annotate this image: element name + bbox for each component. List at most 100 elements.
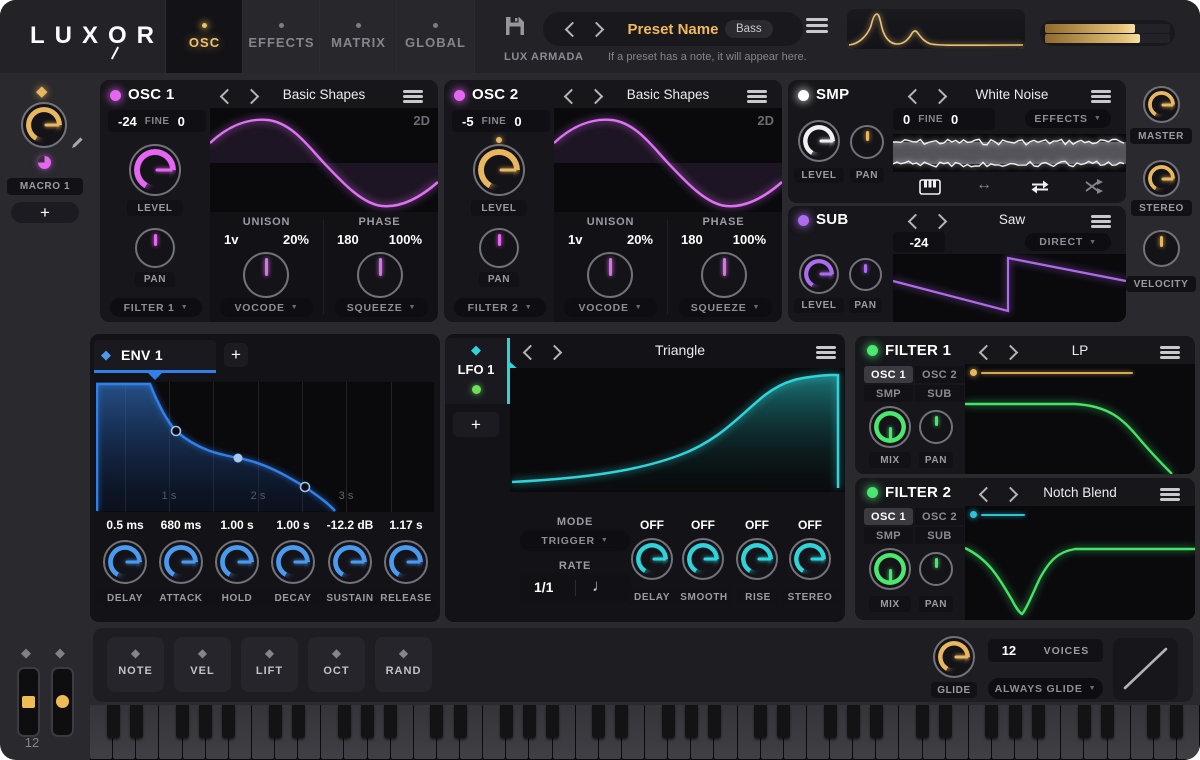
- smp-menu-icon[interactable]: [1091, 90, 1111, 103]
- piano-black-key[interactable]: [546, 705, 559, 738]
- lfo-prev-wave-icon[interactable]: [523, 345, 539, 361]
- filter1-mix-knob[interactable]: [869, 406, 911, 448]
- filter2-mix-knob[interactable]: [869, 548, 911, 590]
- lfo-menu-icon[interactable]: [816, 346, 836, 359]
- add-env-button[interactable]: +: [224, 343, 248, 367]
- sub-level-knob[interactable]: [799, 254, 839, 294]
- sub-pitch-chip[interactable]: -24: [893, 232, 945, 252]
- osc2-filter-route-dropdown[interactable]: FILTER 2▼: [454, 298, 546, 317]
- lfo-mode-dropdown[interactable]: TRIGGER▼: [520, 530, 630, 551]
- velocity-knob[interactable]: [1143, 230, 1180, 267]
- env-sustain-knob[interactable]: [328, 540, 372, 584]
- piano-black-key[interactable]: [708, 705, 721, 738]
- tab-osc[interactable]: OSC: [165, 0, 243, 73]
- piano-black-key[interactable]: [107, 705, 120, 738]
- smp-pan-knob[interactable]: [850, 125, 884, 159]
- lift-mod-button[interactable]: ◆LIFT: [241, 637, 298, 692]
- piano-black-key[interactable]: [1009, 705, 1022, 738]
- env-attack-value[interactable]: 680 ms: [153, 518, 209, 532]
- add-macro-button[interactable]: +: [11, 202, 79, 223]
- env-sustain-value[interactable]: -12.2 dB: [322, 518, 378, 532]
- macro1-knob[interactable]: [21, 102, 67, 148]
- osc1-menu-icon[interactable]: [403, 90, 423, 103]
- piano-black-key[interactable]: [1101, 705, 1114, 738]
- piano-black-key[interactable]: [1032, 705, 1045, 738]
- piano-black-key[interactable]: [662, 705, 675, 738]
- filter1-route-smp[interactable]: SMP: [864, 385, 913, 402]
- osc1-unison-mode-dropdown[interactable]: VOCODE▼: [220, 298, 313, 317]
- piano-black-key[interactable]: [777, 705, 790, 738]
- piano-black-key[interactable]: [292, 705, 305, 738]
- env-release-knob[interactable]: [384, 540, 428, 584]
- filter2-menu-icon[interactable]: [1160, 488, 1180, 501]
- sub-menu-icon[interactable]: [1091, 215, 1111, 228]
- macro-mod-diamond-icon[interactable]: ◆: [36, 82, 48, 100]
- lfo-rise-value[interactable]: OFF: [732, 518, 782, 532]
- lfo-stereo-value[interactable]: OFF: [785, 518, 835, 532]
- piano-black-key[interactable]: [222, 705, 235, 738]
- smp-enable-dot[interactable]: [798, 90, 809, 101]
- piano-black-key[interactable]: [824, 705, 837, 738]
- lfo-rate-box[interactable]: 1/1 ♩: [520, 574, 630, 602]
- piano-black-key[interactable]: [1147, 705, 1160, 738]
- tab-global[interactable]: GLOBAL: [396, 0, 475, 73]
- osc2-unison-mode-dropdown[interactable]: VOCODE▼: [564, 298, 657, 317]
- octave-label[interactable]: 12: [20, 735, 44, 750]
- smp-keytrack-icon[interactable]: [919, 179, 941, 195]
- env-hold-value[interactable]: 1.00 s: [209, 518, 265, 532]
- smp-reverse-icon[interactable]: ↔: [976, 176, 992, 194]
- lfo-rise-knob[interactable]: [736, 538, 778, 580]
- main-menu-icon[interactable]: [806, 18, 828, 33]
- preset-browser[interactable]: Preset Name Bass: [543, 12, 803, 46]
- filter1-route-osc1[interactable]: OSC 1: [864, 366, 913, 383]
- lfo-smooth-knob[interactable]: [682, 538, 724, 580]
- filter1-enable-dot[interactable]: [867, 345, 878, 356]
- glide-curve-button[interactable]: [1113, 638, 1178, 700]
- sub-enable-dot[interactable]: [798, 215, 809, 226]
- piano-black-key[interactable]: [430, 705, 443, 738]
- osc1-enable-dot[interactable]: [110, 90, 121, 101]
- osc1-phase-amt[interactable]: 100%: [389, 232, 422, 247]
- osc1-filter-route-dropdown[interactable]: FILTER 1▼: [110, 298, 202, 317]
- filter2-route-osc1[interactable]: OSC 1: [864, 508, 913, 525]
- lfo-wave-name[interactable]: Triangle: [555, 342, 805, 358]
- voices-count[interactable]: 12: [1002, 643, 1016, 658]
- filter1-menu-icon[interactable]: [1160, 346, 1180, 359]
- env-point-decay[interactable]: [234, 454, 243, 463]
- stereo-knob[interactable]: [1143, 160, 1180, 197]
- osc2-level-knob[interactable]: [473, 144, 525, 196]
- piano-black-key[interactable]: [615, 705, 628, 738]
- tab-effects[interactable]: EFFECTS: [242, 0, 320, 73]
- piano-black-key[interactable]: [454, 705, 467, 738]
- osc1-unison-detune[interactable]: 20%: [283, 232, 309, 247]
- env-decay-value[interactable]: 1.00 s: [265, 518, 321, 532]
- piano-black-key[interactable]: [592, 705, 605, 738]
- piano-black-key[interactable]: [338, 705, 351, 738]
- preset-prev-icon[interactable]: [565, 22, 581, 38]
- osc2-phase-knob[interactable]: [701, 252, 747, 298]
- filter2-route-smp[interactable]: SMP: [864, 527, 913, 544]
- piano-black-key[interactable]: [176, 705, 189, 738]
- env-release-value[interactable]: 1.17 s: [378, 518, 434, 532]
- add-lfo-button[interactable]: +: [453, 412, 499, 437]
- vel-mod-button[interactable]: ◆VEL: [174, 637, 231, 692]
- smp-effects-dropdown[interactable]: EFFECTS▼: [1025, 109, 1111, 128]
- osc2-phase-deg[interactable]: 180: [681, 232, 703, 247]
- lfo-rate-note-icon[interactable]: ♩: [592, 576, 609, 596]
- piano-black-key[interactable]: [361, 705, 374, 738]
- filter2-route-osc2[interactable]: OSC 2: [915, 508, 964, 525]
- lfo-delay-knob[interactable]: [631, 538, 673, 580]
- osc1-phase-knob[interactable]: [357, 252, 403, 298]
- osc2-pitch-chip[interactable]: -5FINE0: [452, 110, 550, 132]
- env-display[interactable]: 1 s 2 s 3 s: [96, 382, 434, 512]
- voices-box[interactable]: 12 VOICES: [988, 639, 1103, 662]
- piano-black-key[interactable]: [1078, 705, 1091, 738]
- piano-black-key[interactable]: [199, 705, 212, 738]
- lfo-rate-value[interactable]: 1/1: [534, 579, 553, 595]
- piano-black-key[interactable]: [130, 705, 143, 738]
- glide-knob[interactable]: [933, 636, 975, 678]
- env-attack-knob[interactable]: [159, 540, 203, 584]
- piano-black-key[interactable]: [269, 705, 282, 738]
- env-hold-knob[interactable]: [215, 540, 259, 584]
- smp-level-knob[interactable]: [798, 120, 840, 162]
